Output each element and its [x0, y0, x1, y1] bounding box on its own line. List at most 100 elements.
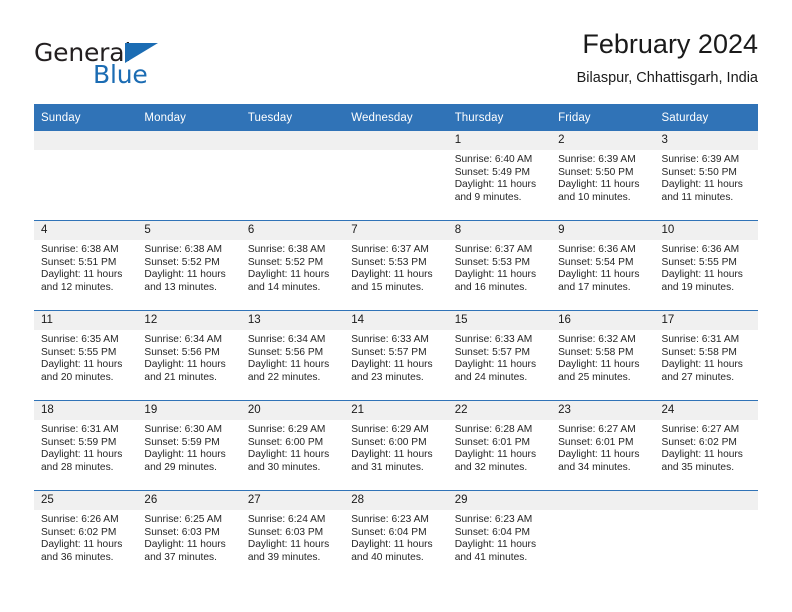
calendar-day-cell[interactable]: 5 Sunrise: 6:38 AM Sunset: 5:52 PM Daylight… — [137, 220, 241, 311]
day-details: Sunrise: 6:31 AM Sunset: 5:59 PM Daylight:… — [34, 420, 137, 474]
day-detail-sunrise: Sunrise: 6:24 AM — [247, 514, 326, 525]
day-detail-sunset: Sunset: 5:52 PM — [247, 256, 324, 268]
day-detail-sunrise: Sunrise: 6:40 AM — [454, 154, 533, 165]
day-detail-daylight1: Daylight: 11 hours — [351, 539, 433, 551]
day-number — [654, 491, 758, 510]
calendar-week-row: 1 Sunrise: 6:40 AM Sunset: 5:49 PM Daylight… — [34, 131, 758, 221]
day-detail-sunset: Sunset: 5:56 PM — [247, 346, 324, 358]
sunrise-sunset-calendar: Sunday Monday Tuesday Wednesday Thursday… — [34, 104, 758, 580]
day-detail-daylight1: Daylight: 11 hours — [351, 269, 433, 281]
day-number: 19 — [137, 401, 241, 420]
day-details: Sunrise: 6:39 AM Sunset: 5:50 PM Daylight:… — [551, 150, 654, 204]
calendar-day-cell[interactable]: 1 Sunrise: 6:40 AM Sunset: 5:49 PM Daylight… — [447, 131, 552, 221]
day-detail-daylight2: and 16 minutes. — [454, 281, 528, 293]
day-details: Sunrise: 6:37 AM Sunset: 5:53 PM Daylight:… — [448, 240, 551, 294]
calendar-day-cell[interactable]: 2 Sunrise: 6:39 AM Sunset: 5:50 PM Daylight… — [551, 131, 655, 221]
calendar-day-cell[interactable]: 26 Sunrise: 6:25 AM Sunset: 6:03 PM Dayligh… — [137, 490, 241, 580]
day-number: 7 — [344, 221, 448, 240]
calendar-day-cell[interactable]: 16 Sunrise: 6:32 AM Sunset: 5:58 PM Dayligh… — [551, 310, 655, 401]
day-detail-daylight1: Daylight: 11 hours — [41, 539, 123, 551]
calendar-day-cell[interactable]: 7 Sunrise: 6:37 AM Sunset: 5:53 PM Daylight… — [344, 220, 448, 311]
day-number: 10 — [654, 221, 758, 240]
calendar-day-cell[interactable]: 10 Sunrise: 6:36 AM Sunset: 5:55 PM Dayligh… — [654, 220, 758, 311]
day-detail-daylight2: and 39 minutes. — [247, 551, 321, 563]
day-detail-sunrise: Sunrise: 6:27 AM — [661, 424, 740, 435]
day-detail-daylight1: Daylight: 11 hours — [661, 449, 743, 461]
day-number — [240, 131, 345, 150]
calendar-day-cell[interactable]: 21 Sunrise: 6:29 AM Sunset: 6:00 PM Dayligh… — [344, 400, 448, 491]
day-detail-sunrise: Sunrise: 6:35 AM — [41, 334, 119, 345]
calendar-day-cell[interactable]: 27 Sunrise: 6:24 AM Sunset: 6:03 PM Dayligh… — [240, 490, 345, 580]
calendar-day-cell-empty — [654, 490, 758, 580]
calendar-day-cell[interactable]: 12 Sunrise: 6:34 AM Sunset: 5:56 PM Dayligh… — [137, 310, 241, 401]
calendar-day-cell[interactable]: 8 Sunrise: 6:37 AM Sunset: 5:53 PM Daylight… — [447, 220, 552, 311]
day-detail-sunset: Sunset: 6:03 PM — [144, 526, 220, 538]
calendar-day-cell[interactable]: 3 Sunrise: 6:39 AM Sunset: 5:50 PM Daylight… — [654, 131, 758, 221]
day-detail-sunrise: Sunrise: 6:34 AM — [144, 334, 223, 345]
day-detail-sunset: Sunset: 6:00 PM — [247, 436, 324, 448]
day-detail-daylight2: and 30 minutes. — [247, 461, 321, 473]
day-details: Sunrise: 6:29 AM Sunset: 6:00 PM Daylight:… — [241, 420, 344, 474]
day-details: Sunrise: 6:28 AM Sunset: 6:01 PM Daylight:… — [448, 420, 551, 474]
day-detail-daylight1: Daylight: 11 hours — [144, 539, 226, 551]
day-number: 1 — [447, 131, 552, 150]
day-detail-sunset: Sunset: 5:59 PM — [144, 436, 220, 448]
calendar-day-cell[interactable]: 6 Sunrise: 6:38 AM Sunset: 5:52 PM Daylight… — [240, 220, 345, 311]
day-detail-daylight2: and 36 minutes. — [41, 551, 114, 563]
day-detail-sunrise: Sunrise: 6:37 AM — [454, 244, 533, 255]
day-detail-daylight2: and 31 minutes. — [351, 461, 424, 473]
day-number: 29 — [447, 491, 552, 510]
calendar-day-cell[interactable]: 19 Sunrise: 6:30 AM Sunset: 5:59 PM Dayligh… — [137, 400, 241, 491]
calendar-day-cell[interactable]: 25 Sunrise: 6:26 AM Sunset: 6:02 PM Dayligh… — [34, 490, 138, 580]
calendar-day-cell[interactable]: 22 Sunrise: 6:28 AM Sunset: 6:01 PM Dayligh… — [447, 400, 552, 491]
day-number: 22 — [447, 401, 552, 420]
day-detail-daylight1: Daylight: 11 hours — [558, 179, 640, 191]
day-detail-sunrise: Sunrise: 6:32 AM — [558, 334, 636, 345]
day-detail-daylight1: Daylight: 11 hours — [247, 359, 330, 371]
day-detail-daylight1: Daylight: 11 hours — [41, 269, 123, 281]
day-detail-sunset: Sunset: 6:01 PM — [454, 436, 531, 448]
day-number: 26 — [137, 491, 241, 510]
calendar-day-cell[interactable]: 28 Sunrise: 6:23 AM Sunset: 6:04 PM Dayligh… — [344, 490, 448, 580]
calendar-day-cell[interactable]: 4 Sunrise: 6:38 AM Sunset: 5:51 PM Daylight… — [34, 220, 138, 311]
day-number: 3 — [654, 131, 758, 150]
day-detail-daylight1: Daylight: 11 hours — [351, 449, 433, 461]
day-detail-daylight1: Daylight: 11 hours — [661, 179, 743, 191]
calendar-day-cell[interactable]: 13 Sunrise: 6:34 AM Sunset: 5:56 PM Dayligh… — [240, 310, 345, 401]
general-blue-logo[interactable]: General Blue — [34, 30, 264, 90]
day-detail-daylight1: Daylight: 11 hours — [454, 539, 537, 551]
calendar-day-cell[interactable]: 29 Sunrise: 6:23 AM Sunset: 6:04 PM Dayligh… — [447, 490, 552, 580]
day-number: 27 — [240, 491, 345, 510]
day-detail-sunrise: Sunrise: 6:38 AM — [144, 244, 223, 255]
day-detail-sunrise: Sunrise: 6:33 AM — [351, 334, 429, 345]
calendar-day-cell[interactable]: 14 Sunrise: 6:33 AM Sunset: 5:57 PM Dayligh… — [344, 310, 448, 401]
day-detail-daylight1: Daylight: 11 hours — [351, 359, 433, 371]
day-detail-sunrise: Sunrise: 6:27 AM — [558, 424, 636, 435]
day-details: Sunrise: 6:30 AM Sunset: 5:59 PM Daylight:… — [137, 420, 240, 474]
calendar-week-row: 4 Sunrise: 6:38 AM Sunset: 5:51 PM Daylight… — [34, 220, 758, 311]
calendar-day-cell[interactable]: 9 Sunrise: 6:36 AM Sunset: 5:54 PM Daylight… — [551, 220, 655, 311]
day-detail-daylight2: and 27 minutes. — [661, 371, 735, 383]
calendar-day-cell[interactable]: 24 Sunrise: 6:27 AM Sunset: 6:02 PM Dayligh… — [654, 400, 758, 491]
day-details: Sunrise: 6:34 AM Sunset: 5:56 PM Daylight:… — [241, 330, 344, 384]
day-number: 21 — [344, 401, 448, 420]
calendar-day-cell[interactable]: 23 Sunrise: 6:27 AM Sunset: 6:01 PM Dayligh… — [551, 400, 655, 491]
day-number — [551, 491, 655, 510]
calendar-day-cell[interactable]: 18 Sunrise: 6:31 AM Sunset: 5:59 PM Dayligh… — [34, 400, 138, 491]
day-number: 4 — [34, 221, 138, 240]
day-number — [344, 131, 448, 150]
day-detail-sunrise: Sunrise: 6:29 AM — [351, 424, 429, 435]
day-detail-daylight2: and 17 minutes. — [558, 281, 631, 293]
calendar-day-cell[interactable]: 15 Sunrise: 6:33 AM Sunset: 5:57 PM Dayligh… — [447, 310, 552, 401]
day-detail-daylight2: and 14 minutes. — [247, 281, 321, 293]
calendar-day-cell[interactable]: 17 Sunrise: 6:31 AM Sunset: 5:58 PM Dayligh… — [654, 310, 758, 401]
day-detail-daylight2: and 35 minutes. — [661, 461, 735, 473]
day-detail-daylight1: Daylight: 11 hours — [247, 449, 330, 461]
day-details: Sunrise: 6:32 AM Sunset: 5:58 PM Daylight:… — [551, 330, 654, 384]
weekday-header-monday: Monday — [137, 104, 241, 131]
calendar-day-cell[interactable]: 20 Sunrise: 6:29 AM Sunset: 6:00 PM Dayligh… — [240, 400, 345, 491]
calendar-day-cell[interactable]: 11 Sunrise: 6:35 AM Sunset: 5:55 PM Dayligh… — [34, 310, 138, 401]
day-details: Sunrise: 6:34 AM Sunset: 5:56 PM Daylight:… — [137, 330, 240, 384]
day-detail-daylight1: Daylight: 11 hours — [247, 269, 330, 281]
day-detail-daylight1: Daylight: 11 hours — [558, 449, 640, 461]
